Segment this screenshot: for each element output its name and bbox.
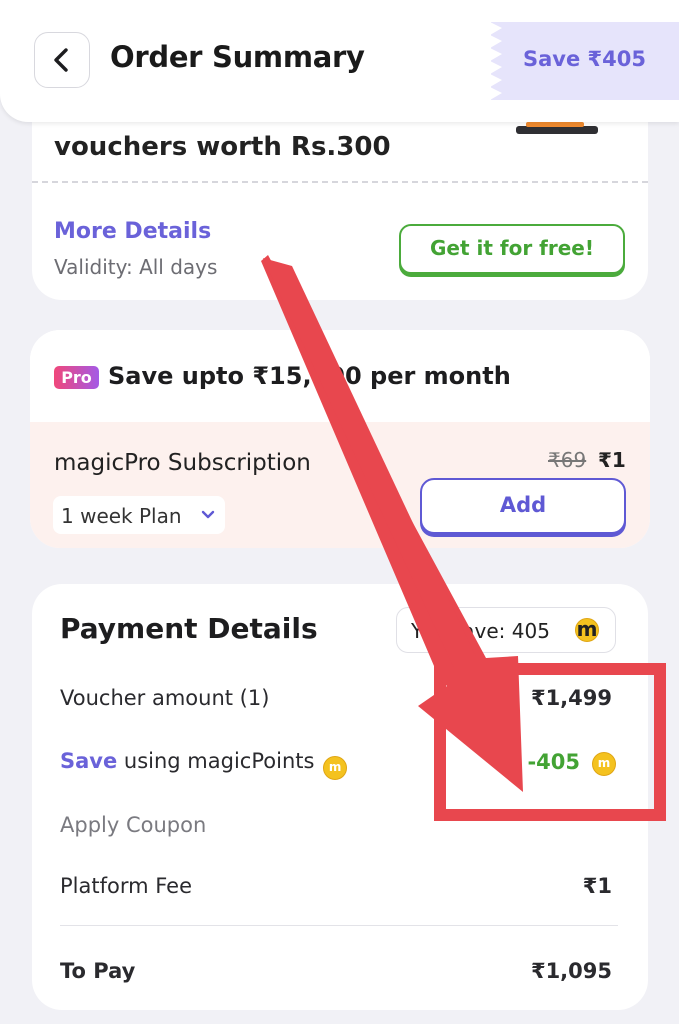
magicpoints-coin-icon: m [575,617,599,642]
discounted-price: ₹1 [598,448,626,472]
validity-text: Validity: All days [54,255,218,279]
platform-fee-value: ₹1 [582,874,612,898]
voucher-thumbnail [516,122,598,134]
to-pay-value: ₹1,095 [530,959,612,983]
voucher-amount-label: Voucher amount (1) [60,686,270,710]
payment-details-card: Payment Details You save: 405 m Voucher … [32,584,648,1010]
payment-details-title: Payment Details [60,612,318,645]
magicpoints-coin-icon: m [592,752,616,776]
dashed-divider [32,181,648,183]
magicpoints-coin-icon: m [323,756,348,780]
magicpoints-row-label: Save using magicPoints m [60,749,348,780]
you-save-chip: You save: 405 m [396,607,616,653]
chevron-left-icon [54,48,68,72]
more-details-link[interactable]: More Details [54,219,211,244]
save-badge: Save ₹405 [490,22,679,100]
magicpoints-discount-value: -405 [527,750,580,774]
plan-dropdown-value: 1 week Plan [61,504,182,528]
to-pay-label: To Pay [60,959,136,983]
you-save-text: You save: 405 [411,619,550,643]
get-it-free-button[interactable]: Get it for free! [399,224,625,274]
pro-badge: Pro [54,366,99,389]
plan-dropdown[interactable]: 1 week Plan [53,496,225,534]
pro-subscription-row: magicPro Subscription ₹69 ₹1 1 week Plan… [30,422,650,548]
back-button[interactable] [34,32,90,88]
page-title: Order Summary [110,40,365,74]
subscription-name: magicPro Subscription [54,450,311,476]
app-header: Order Summary Save ₹405 [0,0,679,122]
save-rest-text: using magicPoints [117,749,315,773]
save-badge-label: Save ₹405 [523,47,646,71]
apply-coupon-link[interactable]: Apply Coupon [60,813,206,837]
save-word: Save [60,749,118,773]
pro-headline: Save upto ₹15,000 per month [108,362,511,390]
voucher-amount-value: ₹1,499 [530,686,612,710]
ticket-edge-decoration [490,22,502,100]
original-price: ₹69 [548,448,587,472]
pro-header: Pro Save upto ₹15,000 per month [30,330,650,422]
chevron-down-icon [201,510,215,519]
platform-fee-label: Platform Fee [60,874,193,898]
total-divider [60,925,618,926]
add-subscription-button[interactable]: Add [420,478,626,534]
voucher-title: vouchers worth Rs.300 [54,132,391,162]
pro-subscription-card: Pro Save upto ₹15,000 per month magicPro… [30,330,650,548]
